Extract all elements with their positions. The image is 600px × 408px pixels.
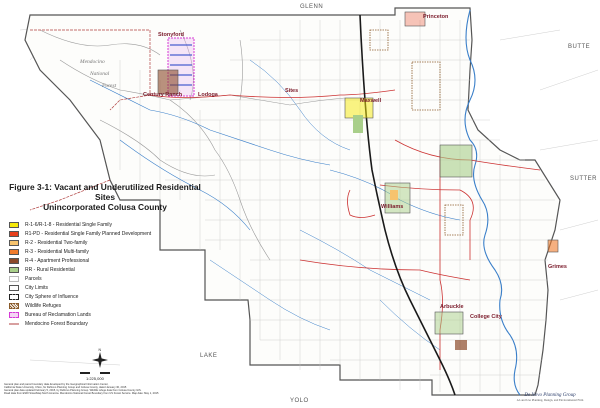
place-maxwell: Maxwell <box>360 98 382 104</box>
figure-title: Figure 3-1: Vacant and Underutilized Res… <box>9 182 201 202</box>
county-label-butte: BUTTE <box>568 44 590 50</box>
place-lodoga: Lodoga <box>198 92 219 98</box>
place-stonyford: Stonyford <box>158 32 184 38</box>
legend-item: City Sphere of Influence <box>5 292 205 301</box>
figure-subtitle: Unincorporated Colusa County <box>43 202 167 212</box>
legend-item: R-2 - Residential Two-family <box>5 238 205 247</box>
legend-items: R-1-6/R-1-8 - Residential Single Family R… <box>5 220 205 328</box>
county-label-lake: LAKE <box>200 353 217 359</box>
place-arbuckle: Arbuckle <box>440 304 464 310</box>
legend-label: Parcels <box>25 275 42 282</box>
legend-label: Mendocino Forest Boundary <box>25 320 88 327</box>
legend-item: R1-PD - Residential Single Family Planne… <box>5 229 205 238</box>
legend-item: Parcels <box>5 274 205 283</box>
place-century-ranch: Century Ranch <box>143 92 183 98</box>
legend-label: Wildlife Refuges <box>25 302 62 309</box>
county-label-yolo: YOLO <box>290 398 309 404</box>
place-williams: Williams <box>381 204 403 210</box>
legend-item: RR - Rural Residential <box>5 265 205 274</box>
legend-item: City Limits <box>5 283 205 292</box>
firm-branding: De Novo Planning Group A Land Use Planni… <box>510 393 590 402</box>
legend-swatch <box>9 221 19 228</box>
legend-label: R-3 - Residential Multi-family <box>25 248 89 255</box>
legend-item: Bureau of Reclamation Lands <box>5 310 205 319</box>
legend-swatch <box>9 239 19 246</box>
forest-label-line3: Forest <box>101 83 117 89</box>
legend-swatch <box>9 248 19 255</box>
legend-label: RR - Rural Residential <box>25 266 75 273</box>
legend-swatch <box>9 311 19 318</box>
county-label-glenn: GLENN <box>300 4 323 10</box>
legend-item: R-1-6/R-1-8 - Residential Single Family <box>5 220 205 229</box>
legend-swatch <box>9 257 19 264</box>
legend-label: R-1-6/R-1-8 - Residential Single Family <box>25 221 112 228</box>
place-college-city: College City <box>470 314 503 320</box>
forest-label-line2: National <box>89 71 110 77</box>
legend-item: Wildlife Refuges <box>5 301 205 310</box>
firm-tagline: A Land Use Planning, Design, and Environ… <box>516 398 584 402</box>
footnote-line: Road data from ESRI StreetMap North Amer… <box>4 392 159 396</box>
legend-label: R1-PD - Residential Single Family Planne… <box>25 230 152 237</box>
legend-swatch <box>9 293 19 300</box>
legend-swatch <box>9 266 19 273</box>
legend-label: Bureau of Reclamation Lands <box>25 311 91 318</box>
legend-item: Mendocino Forest Boundary <box>5 319 205 328</box>
legend-label: City Sphere of Influence <box>25 293 79 300</box>
place-princeton: Princeton <box>423 14 449 20</box>
map-footnote: General plan and parcel boundary data de… <box>4 383 294 395</box>
legend-label: R-4 - Apartment Professional <box>25 257 90 264</box>
legend-label: R-2 - Residential Two-family <box>25 239 88 246</box>
legend-swatch <box>9 320 19 327</box>
legend-swatch <box>9 302 19 309</box>
legend-swatch <box>9 284 19 291</box>
county-label-sutter: SUTTER <box>570 176 597 182</box>
place-sites: Sites <box>285 88 298 94</box>
legend-swatch <box>9 230 19 237</box>
legend-swatch <box>9 275 19 282</box>
legend-item: R-4 - Apartment Professional <box>5 256 205 265</box>
legend-label: City Limits <box>25 284 49 291</box>
scale-bar <box>80 372 120 374</box>
legend-item: R-3 - Residential Multi-family <box>5 247 205 256</box>
place-grimes: Grimes <box>548 264 567 270</box>
map-legend: Figure 3-1: Vacant and Underutilized Res… <box>5 182 205 328</box>
forest-label-line1: Mendocino <box>79 59 105 65</box>
scale-text: 1:225,000 <box>86 376 104 381</box>
